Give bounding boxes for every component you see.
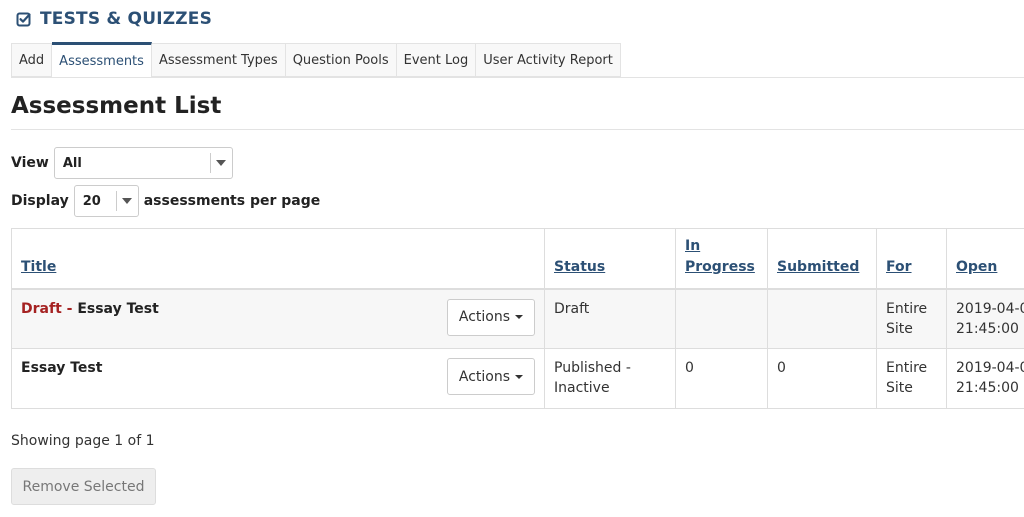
sort-for-link[interactable]: For — [886, 259, 912, 275]
tool-tabs: Add Assessments Assessment Types Questio… — [11, 42, 621, 78]
status-cell: Draft — [544, 288, 676, 349]
table-row: Draft - Essay Test Actions Draft Entire … — [11, 288, 1024, 349]
sort-submitted-link[interactable]: Submitted — [777, 259, 859, 275]
column-header-for: For — [876, 228, 947, 290]
open-date-cell: 2019-04-0 21:45:00 — [946, 348, 1024, 409]
view-select[interactable]: All — [53, 147, 233, 179]
tab-add[interactable]: Add — [11, 43, 53, 77]
in-progress-cell — [675, 288, 768, 349]
draft-prefix: Draft - — [21, 300, 78, 317]
tab-user-activity-report[interactable]: User Activity Report — [476, 43, 621, 77]
status-cell: Published - Inactive — [544, 348, 676, 409]
tabs-divider — [11, 77, 1024, 78]
for-cell: Entire Site — [876, 348, 947, 409]
display-select[interactable]: 20 — [73, 185, 139, 217]
caret-down-icon — [515, 374, 523, 379]
remove-selected-button[interactable]: Remove Selected — [11, 468, 156, 505]
view-select-value: All — [62, 155, 82, 171]
tab-question-pools[interactable]: Question Pools — [285, 43, 397, 77]
column-header-submitted: Submitted — [767, 228, 877, 290]
assessment-table: Title Status In Progress Submitted For O… — [11, 228, 1024, 409]
open-date-cell: 2019-04-0 21:45:00 — [946, 288, 1024, 349]
assessment-title: Essay Test — [77, 300, 159, 317]
page-title: Assessment List — [11, 93, 222, 119]
display-per-page: Display 20 assessments per page — [11, 185, 320, 217]
tab-assessment-types[interactable]: Assessment Types — [151, 43, 286, 77]
caret-down-icon — [515, 315, 523, 319]
submitted-cell: 0 — [767, 348, 877, 409]
submitted-cell — [767, 288, 877, 349]
sort-in-progress-link[interactable]: In Progress — [685, 238, 755, 275]
table-row: Essay Test Actions Published - Inactive … — [11, 348, 1024, 409]
actions-dropdown-button[interactable]: Actions — [446, 298, 535, 336]
view-filter: View All — [11, 147, 233, 179]
column-header-open: Open — [946, 228, 1024, 290]
tab-event-log[interactable]: Event Log — [396, 43, 477, 77]
column-header-title: Title — [11, 228, 545, 290]
actions-label: Actions — [458, 309, 510, 325]
column-header-status: Status — [544, 228, 676, 290]
chevron-down-icon — [115, 191, 138, 211]
sort-title-link[interactable]: Title — [21, 259, 56, 275]
sort-open-link[interactable]: Open — [956, 259, 997, 275]
view-label: View — [11, 155, 49, 171]
tab-assessments[interactable]: Assessments — [52, 42, 152, 78]
tool-title: TESTS & QUIZZES — [16, 6, 212, 32]
sort-status-link[interactable]: Status — [554, 259, 605, 275]
table-header-row: Title Status In Progress Submitted For O… — [11, 228, 1024, 290]
display-label: Display — [11, 193, 69, 209]
actions-label: Actions — [458, 368, 510, 385]
check-square-icon — [16, 11, 32, 27]
for-cell: Entire Site — [876, 288, 947, 349]
column-header-in-progress: In Progress — [675, 228, 768, 290]
title-divider — [11, 129, 1024, 130]
title-cell: Essay Test Actions — [11, 348, 545, 409]
assessment-title: Essay Test — [21, 360, 103, 376]
display-suffix: assessments per page — [143, 193, 321, 209]
in-progress-cell: 0 — [675, 348, 768, 409]
display-select-value: 20 — [82, 193, 101, 209]
tool-title-text: TESTS & QUIZZES — [40, 9, 213, 29]
title-cell: Draft - Essay Test Actions — [11, 288, 545, 349]
pagination-status: Showing page 1 of 1 — [11, 433, 155, 449]
chevron-down-icon — [209, 153, 232, 173]
actions-dropdown-button[interactable]: Actions — [446, 358, 535, 395]
